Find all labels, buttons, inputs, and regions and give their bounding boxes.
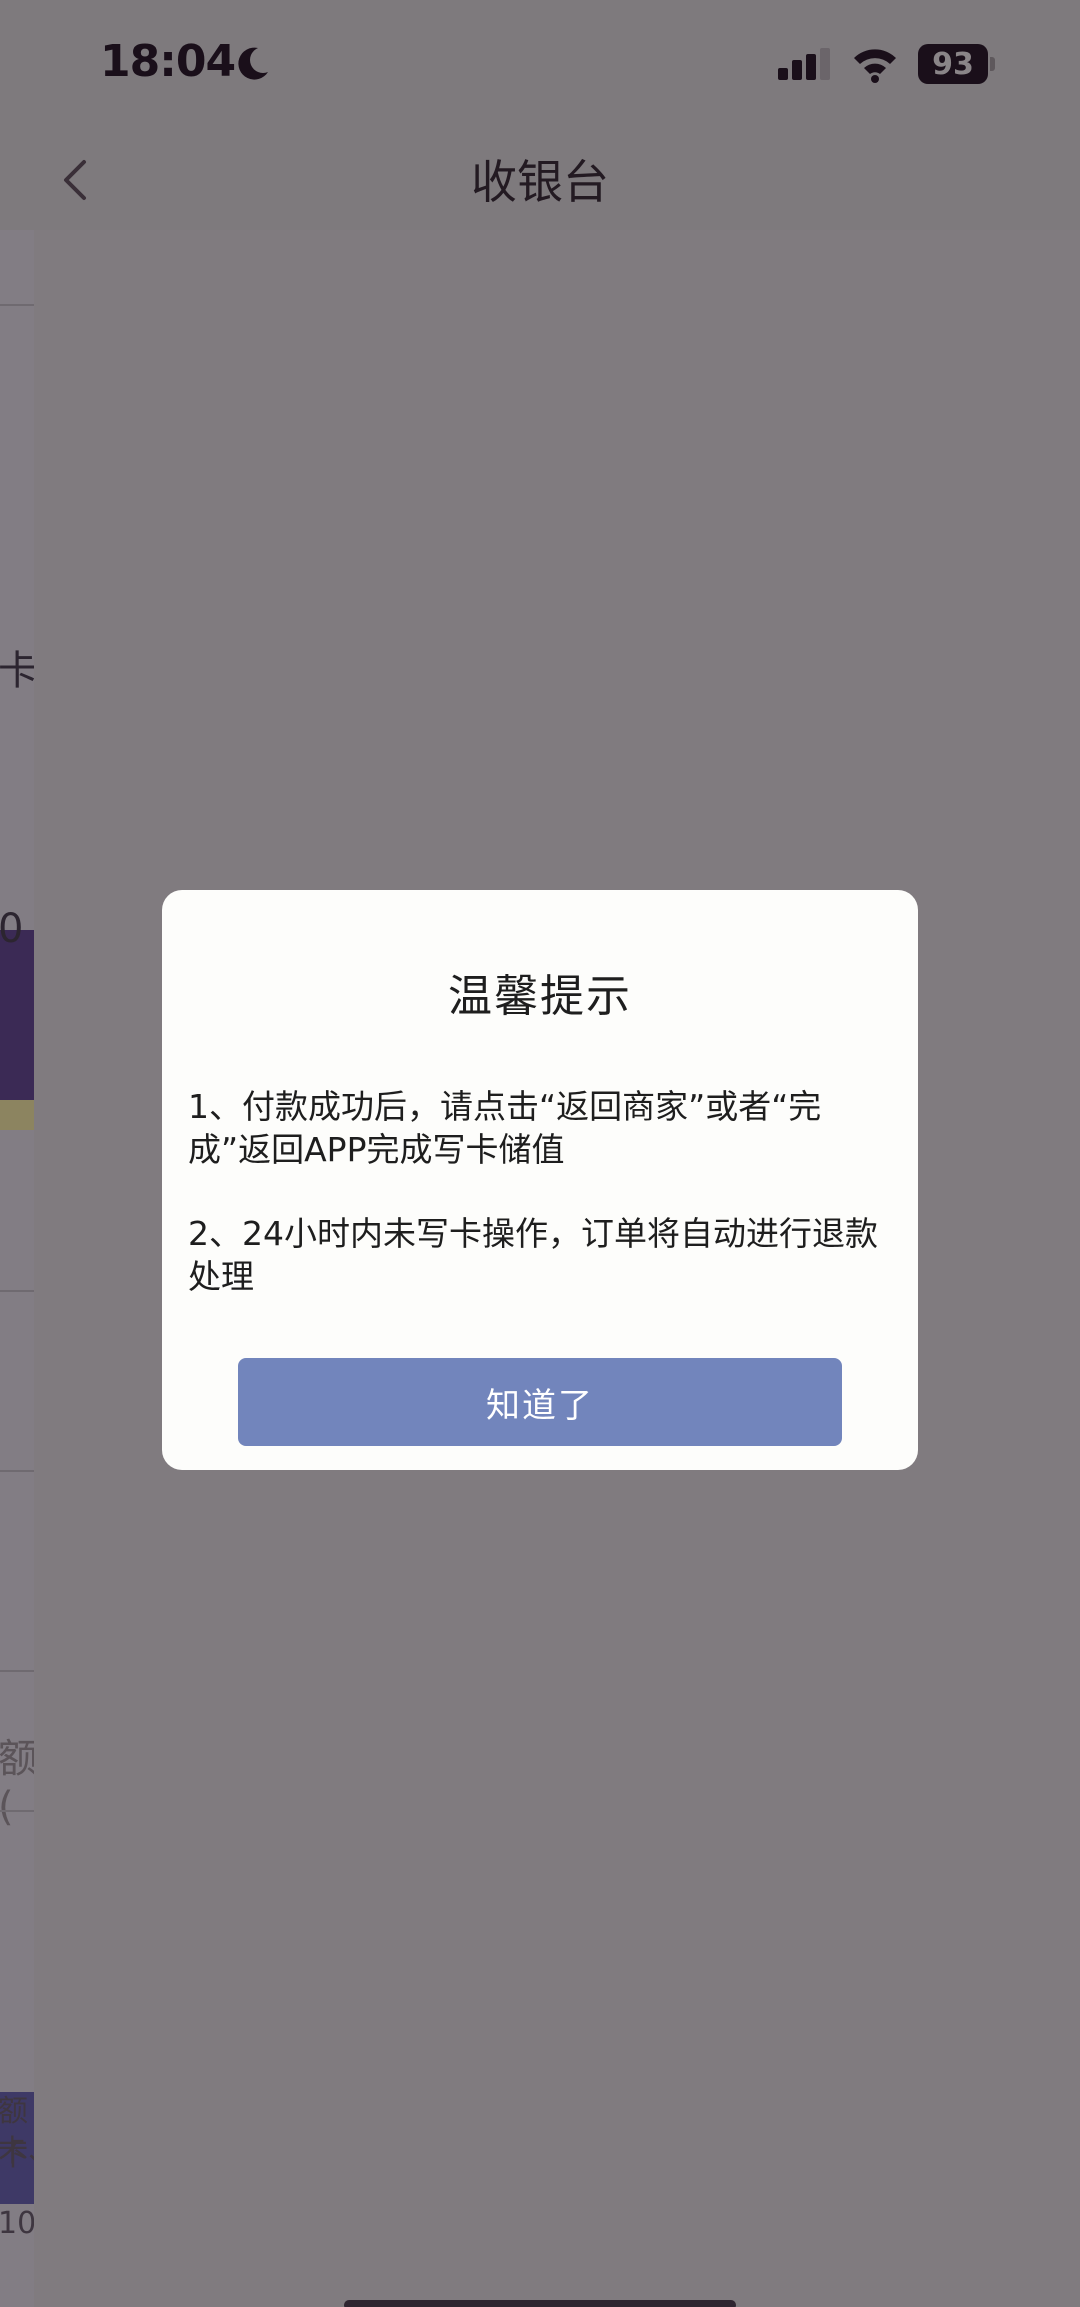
battery-tip [990,57,995,71]
page-title: 收银台 [471,155,609,209]
bg-fragment: 10 [0,2206,37,2241]
divider [0,1670,34,1672]
nav-bar: 收银台 [0,130,1080,230]
divider [0,1470,34,1472]
bg-fragment: 卡 [0,648,38,694]
confirm-button[interactable]: 知道了 [238,1358,842,1446]
battery-level: 93 [918,44,988,84]
home-indicator[interactable] [344,2300,736,2307]
notice-dialog: 温馨提示 1、付款成功后，请点击“返回商家”或者“完成”返回APP完成写卡储值 … [162,890,918,1470]
moon-icon [238,47,268,80]
background-page-edge: 卡 0 额( 额不 卡、 10 [0,230,58,2307]
divider [0,304,34,306]
dialog-title: 温馨提示 [448,971,632,1022]
wifi-icon [854,49,896,83]
dialog-paragraph-2: 2、24小时内未写卡操作，订单将自动进行退款处理 [188,1214,878,1296]
bg-fragment: 额( [0,1736,38,1830]
signal-icon [778,48,830,80]
dialog-paragraph-1: 1、付款成功后，请点击“返回商家”或者“完成”返回APP完成写卡储值 [188,1087,822,1169]
divider [0,1290,34,1292]
bg-card-graphic [0,930,34,1100]
bg-card-stripe [0,1100,34,1130]
status-time: 18:04 [100,36,236,87]
divider [0,1810,34,1812]
battery-icon: 93 [918,44,996,84]
status-bar: 18:04 93 [0,0,1080,130]
screen: 18:04 93 收银台 卡 0 额 额不 卡、 10 温馨提示 1、付款成功后… [0,0,1080,2307]
bg-fragment: 0 [0,906,24,952]
